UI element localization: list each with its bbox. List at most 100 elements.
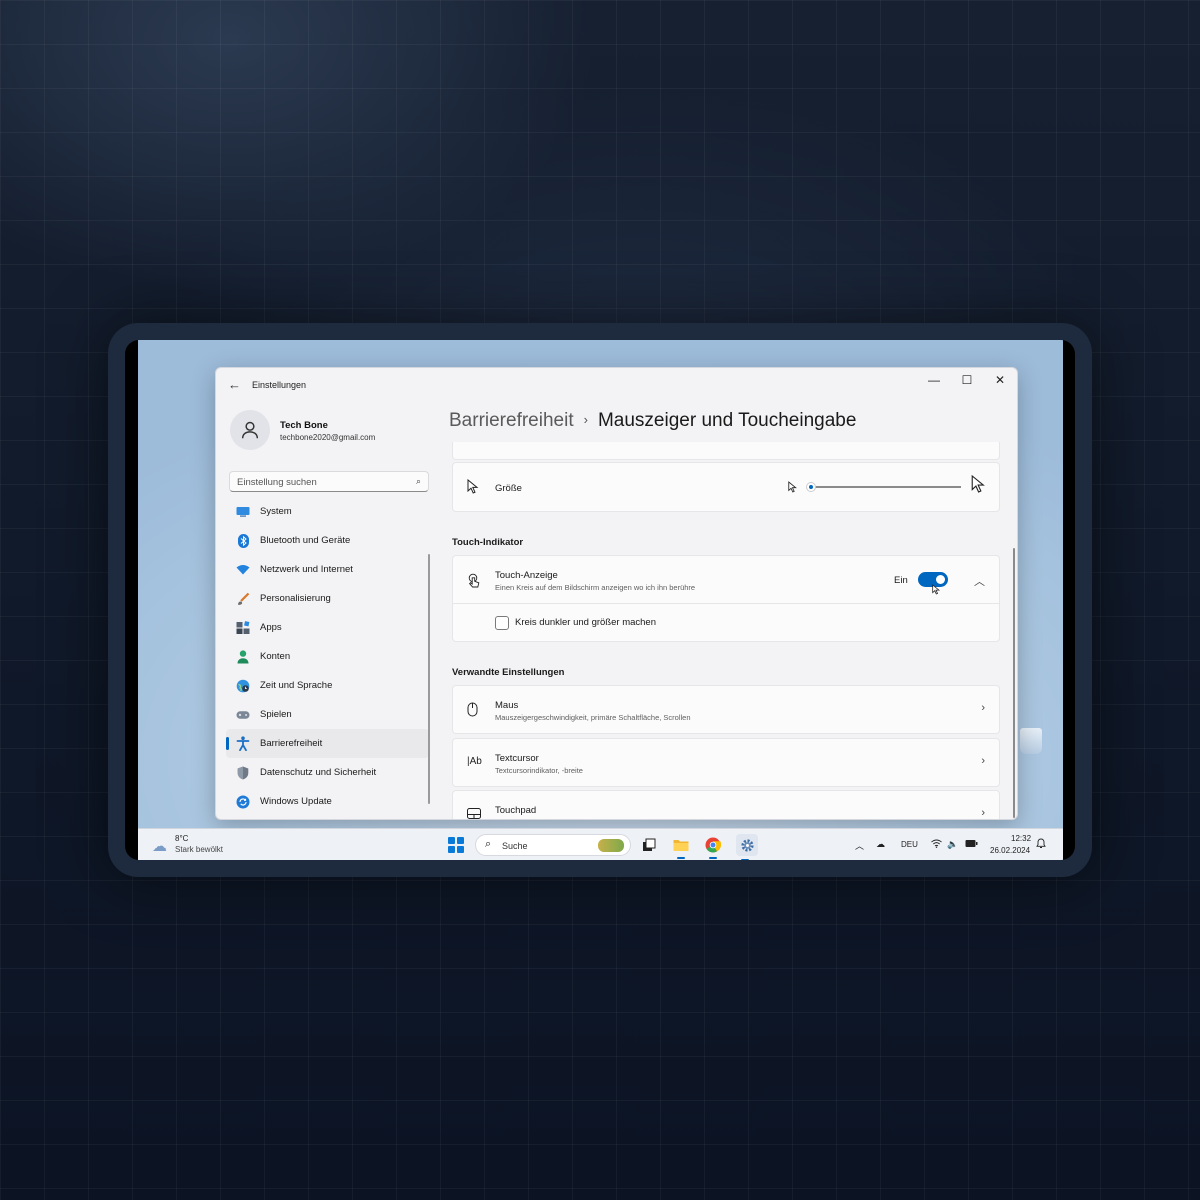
maximize-icon[interactable]: ☐ — [957, 373, 977, 387]
clock-time[interactable]: 12:32 — [1011, 834, 1031, 843]
related-item-title: Maus — [495, 700, 519, 711]
breadcrumb: Barrierefreiheit › Mauszeiger und Touchein… — [449, 410, 856, 432]
touchpad-icon — [467, 808, 481, 819]
apps-icon — [236, 620, 250, 635]
wifi-icon — [236, 563, 250, 577]
mouse-icon — [467, 702, 478, 720]
sidebar-item-apps[interactable]: Apps — [226, 613, 429, 642]
avatar[interactable] — [230, 410, 270, 450]
taskbar: ☁ 8°C Stark bewölkt ⌕ Suche ︿ ☁ DEU 🔈 12… — [138, 828, 1063, 860]
section-heading-touch: Touch-Indikator — [452, 537, 524, 548]
sidebar-item-accessibility[interactable]: Barrierefreiheit — [226, 729, 429, 758]
person-icon — [236, 649, 250, 664]
chrome-icon[interactable] — [704, 836, 722, 859]
settings-gear-icon[interactable] — [736, 834, 758, 860]
related-item-subtitle: Mauszeigergeschwindigkeit, primäre Schal… — [495, 713, 691, 722]
windows-start-icon[interactable] — [448, 837, 464, 853]
weather-temperature[interactable]: 8°C — [175, 834, 188, 843]
sidebar-item-label: Spielen — [260, 709, 292, 720]
file-explorer-icon[interactable] — [672, 836, 690, 859]
checkbox-label[interactable]: Kreis dunkler und größer machen — [515, 617, 656, 628]
close-icon[interactable]: ✕ — [990, 373, 1010, 387]
desktop: ← Einstellungen — ☐ ✕ Tech Bone techbone… — [138, 340, 1063, 860]
related-item-touchpad[interactable]: Touchpad › — [452, 790, 1000, 819]
update-icon — [236, 795, 250, 809]
battery-icon[interactable] — [965, 839, 978, 850]
sidebar-item-label: Barrierefreiheit — [260, 738, 323, 749]
sidebar-item-label: Windows Update — [260, 796, 332, 807]
sidebar-item-label: Personalisierung — [260, 593, 331, 604]
text-cursor-icon: |Ab — [467, 756, 482, 767]
language-indicator[interactable]: DEU — [901, 840, 918, 849]
settings-card-partial — [452, 442, 1000, 460]
sidebar-item-label: Bluetooth und Geräte — [260, 535, 351, 546]
person-icon — [241, 421, 259, 439]
minimize-icon[interactable]: — — [924, 373, 944, 387]
toggle-state-label: Ein — [894, 575, 908, 586]
weather-condition[interactable]: Stark bewölkt — [175, 845, 223, 854]
title-bar[interactable]: ← Einstellungen — ☐ ✕ — [216, 368, 1017, 400]
speaker-icon[interactable]: 🔈 — [947, 839, 958, 850]
sidebar-item-time-language[interactable]: Zeit und Sprache — [226, 671, 429, 700]
chevron-right-icon: › — [981, 807, 985, 819]
recycle-bin-icon[interactable] — [1016, 728, 1046, 778]
globe-clock-icon — [236, 679, 250, 693]
sidebar-nav: System Bluetooth und Geräte Netzwerk und… — [226, 497, 429, 816]
back-arrow-icon[interactable]: ← — [228, 377, 241, 392]
sidebar-item-accounts[interactable]: Konten — [226, 642, 429, 671]
sidebar-item-label: Zeit und Sprache — [260, 680, 333, 691]
accessibility-icon — [236, 736, 250, 751]
sidebar-item-windows-update[interactable]: Windows Update — [226, 787, 429, 816]
settings-search[interactable]: ⌕ — [229, 471, 429, 492]
gamepad-icon — [236, 708, 250, 722]
darker-circle-checkbox[interactable] — [495, 616, 509, 630]
user-name: Tech Bone — [280, 420, 328, 431]
chevron-right-icon: › — [981, 702, 985, 714]
touch-indicator-title: Touch-Anzeige — [495, 570, 558, 581]
sidebar-item-personalization[interactable]: Personalisierung — [226, 584, 429, 613]
brush-icon — [236, 592, 250, 606]
sidebar-item-label: Datenschutz und Sicherheit — [260, 767, 377, 778]
pointer-icon — [467, 478, 480, 497]
sidebar-item-privacy[interactable]: Datenschutz und Sicherheit — [226, 758, 429, 787]
notification-bell-icon[interactable] — [1036, 838, 1046, 851]
sidebar-item-system[interactable]: System — [226, 497, 429, 526]
chevron-right-icon: › — [981, 755, 985, 767]
size-label: Größe — [495, 483, 522, 494]
chevron-up-icon[interactable]: ︿ — [855, 839, 864, 852]
breadcrumb-parent[interactable]: Barrierefreiheit — [449, 410, 574, 431]
chevron-up-icon[interactable]: ︿ — [974, 573, 985, 589]
touch-indicator-subtitle: Einen Kreis auf dem Bildschirm anzeigen … — [495, 583, 696, 592]
mouse-cursor-icon — [932, 582, 941, 600]
sidebar-item-network[interactable]: Netzwerk und Internet — [226, 555, 429, 584]
search-input[interactable] — [230, 473, 400, 492]
touch-checkbox-row: Kreis dunkler und größer machen — [452, 604, 1000, 642]
sidebar-item-label: Konten — [260, 651, 291, 662]
taskbar-search[interactable]: ⌕ Suche — [475, 834, 631, 856]
sidebar-scrollbar[interactable] — [428, 554, 430, 804]
sidebar-item-label: Apps — [260, 622, 282, 633]
wifi-icon[interactable] — [931, 839, 942, 850]
tablet-screen-bezel: ← Einstellungen — ☐ ✕ Tech Bone techbone… — [125, 340, 1075, 860]
task-view-icon[interactable] — [640, 836, 658, 854]
cloud-icon[interactable]: ☁ — [152, 837, 167, 855]
page-title: Mauszeiger und Toucheingabe — [597, 410, 857, 431]
shield-icon — [236, 766, 250, 780]
size-slider-thumb[interactable] — [806, 482, 816, 492]
sidebar-item-bluetooth[interactable]: Bluetooth und Geräte — [226, 526, 429, 555]
related-item-mouse[interactable]: Maus Mauszeigergeschwindigkeit, primäre … — [452, 685, 1000, 734]
user-email: techbone2020@gmail.com — [280, 433, 376, 442]
touch-hand-icon — [467, 573, 480, 591]
sidebar-item-gaming[interactable]: Spielen — [226, 700, 429, 729]
related-item-textcursor[interactable]: |Ab Textcursor Textcursorindikator, -bre… — [452, 738, 1000, 787]
clock-date[interactable]: 26.02.2024 — [990, 846, 1030, 855]
onedrive-icon[interactable]: ☁ — [876, 839, 885, 850]
search-highlight-icon — [598, 839, 624, 852]
bluetooth-icon — [236, 533, 250, 548]
search-icon[interactable]: ⌕ — [416, 476, 421, 487]
content-scrollbar[interactable] — [1013, 548, 1015, 818]
related-item-title: Touchpad — [495, 805, 537, 816]
related-item-subtitle: Textcursorindikator, -breite — [495, 766, 583, 775]
monitor-icon — [236, 505, 250, 519]
size-slider-track[interactable] — [811, 486, 961, 488]
